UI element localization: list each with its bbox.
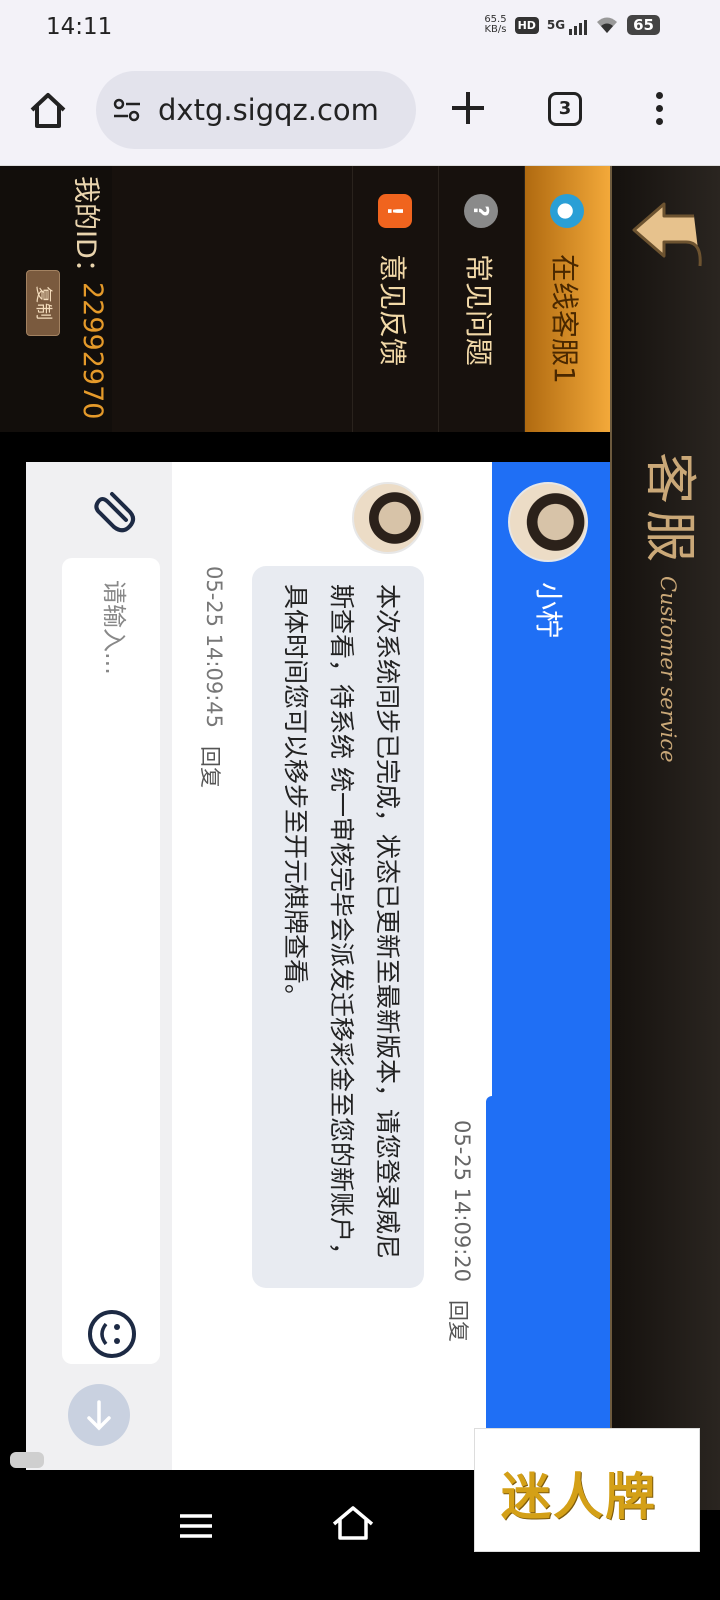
emoji-icon[interactable]: [86, 1308, 138, 1360]
logo-text: 迷人牌: [501, 1468, 657, 1526]
message-time: 05-25 14:09:45: [202, 566, 226, 729]
message-bubble: 本次系统同步已完成，状态已更新至最新版本，请您登录威尼斯查看，待系统 统一审核完…: [252, 566, 424, 1288]
menu-item-online-service[interactable]: ● 在线客服1: [524, 166, 610, 432]
feedback-icon: !: [378, 194, 412, 228]
agent-icon: ●: [550, 194, 584, 228]
menu-item-label: 意见反馈: [376, 254, 409, 367]
chat-input-bar: 请输入...: [10, 462, 172, 1470]
status-time: 14:11: [46, 14, 113, 40]
home-icon[interactable]: [26, 88, 70, 132]
agent-avatar: [352, 482, 424, 554]
app-header: 客服 Customer service: [610, 166, 720, 1510]
url-text: dxtg.sigqz.com: [158, 93, 379, 127]
arrow-right-icon: [87, 1400, 111, 1431]
menu-item-label: 常见问题: [462, 254, 495, 367]
customer-service-app: 客服 Customer service ● 在线客服1 ? 常见问题 ! 意见反…: [0, 166, 720, 1510]
chat-panel: 小柠 05-25 14:09:20 回复 本次系统同步已完成，状态已更新至最新版…: [10, 462, 610, 1470]
reply-link[interactable]: 回复: [444, 1300, 474, 1342]
more-menu-icon[interactable]: [654, 92, 664, 128]
agent-avatar: [508, 482, 588, 562]
reply-link[interactable]: 回复: [196, 746, 226, 788]
wifi-icon: [597, 17, 618, 33]
previous-message-edge: [486, 1096, 494, 1436]
my-id-label: 我的ID：: [70, 176, 101, 286]
back-arrow-icon[interactable]: [624, 196, 706, 278]
system-home-icon[interactable]: [330, 1500, 376, 1546]
web-content: 客服 Customer service ● 在线客服1 ? 常见问题 ! 意见反…: [0, 166, 720, 1510]
network-speed: 65.5 KB/s: [484, 14, 507, 35]
tab-switcher-button[interactable]: 3: [548, 92, 582, 126]
agent-name: 小柠: [532, 582, 565, 639]
message-time: 05-25 14:09:20: [450, 1120, 474, 1283]
question-icon: ?: [464, 194, 498, 228]
paperclip-icon[interactable]: [86, 482, 142, 538]
send-button[interactable]: [68, 1384, 130, 1446]
menu-item-faq[interactable]: ? 常见问题: [438, 166, 524, 432]
side-menu: ● 在线客服1 ? 常见问题 ! 意见反馈 我的ID： 22992970 复制: [0, 166, 610, 432]
input-placeholder: 请输入...: [100, 580, 128, 675]
menu-item-label: 在线客服1: [548, 254, 581, 384]
browser-toolbar: dxtg.sigqz.com 3: [0, 58, 720, 166]
floating-logo[interactable]: 迷人牌: [474, 1428, 700, 1552]
copy-id-button[interactable]: 复制: [26, 270, 60, 336]
menu-item-feedback[interactable]: ! 意见反馈: [352, 166, 438, 432]
new-tab-icon[interactable]: [448, 88, 488, 128]
message-input[interactable]: 请输入...: [62, 558, 160, 1364]
screen: 14:11 65.5 KB/s HD 5G 65 dxtg.sigqz.com: [0, 0, 720, 1600]
status-bar: 14:11 65.5 KB/s HD 5G 65: [0, 0, 720, 58]
my-id-value: 22992970: [77, 282, 108, 420]
chat-header: 小柠: [492, 462, 610, 1470]
battery-icon: 65: [627, 15, 660, 35]
address-bar[interactable]: dxtg.sigqz.com: [96, 71, 416, 149]
status-icons: 65.5 KB/s HD 5G 65: [484, 15, 660, 35]
header-title: 客服: [639, 452, 699, 569]
hd-icon: HD: [514, 16, 539, 34]
network-type: 5G: [546, 18, 566, 32]
recent-apps-icon[interactable]: [178, 1512, 214, 1540]
header-subtitle: Customer service: [656, 576, 680, 763]
signal-icon: [569, 15, 588, 35]
scrollbar-thumb[interactable]: [10, 1452, 44, 1468]
site-settings-icon[interactable]: [112, 97, 142, 123]
my-id-panel: 我的ID： 22992970 复制: [0, 166, 112, 432]
